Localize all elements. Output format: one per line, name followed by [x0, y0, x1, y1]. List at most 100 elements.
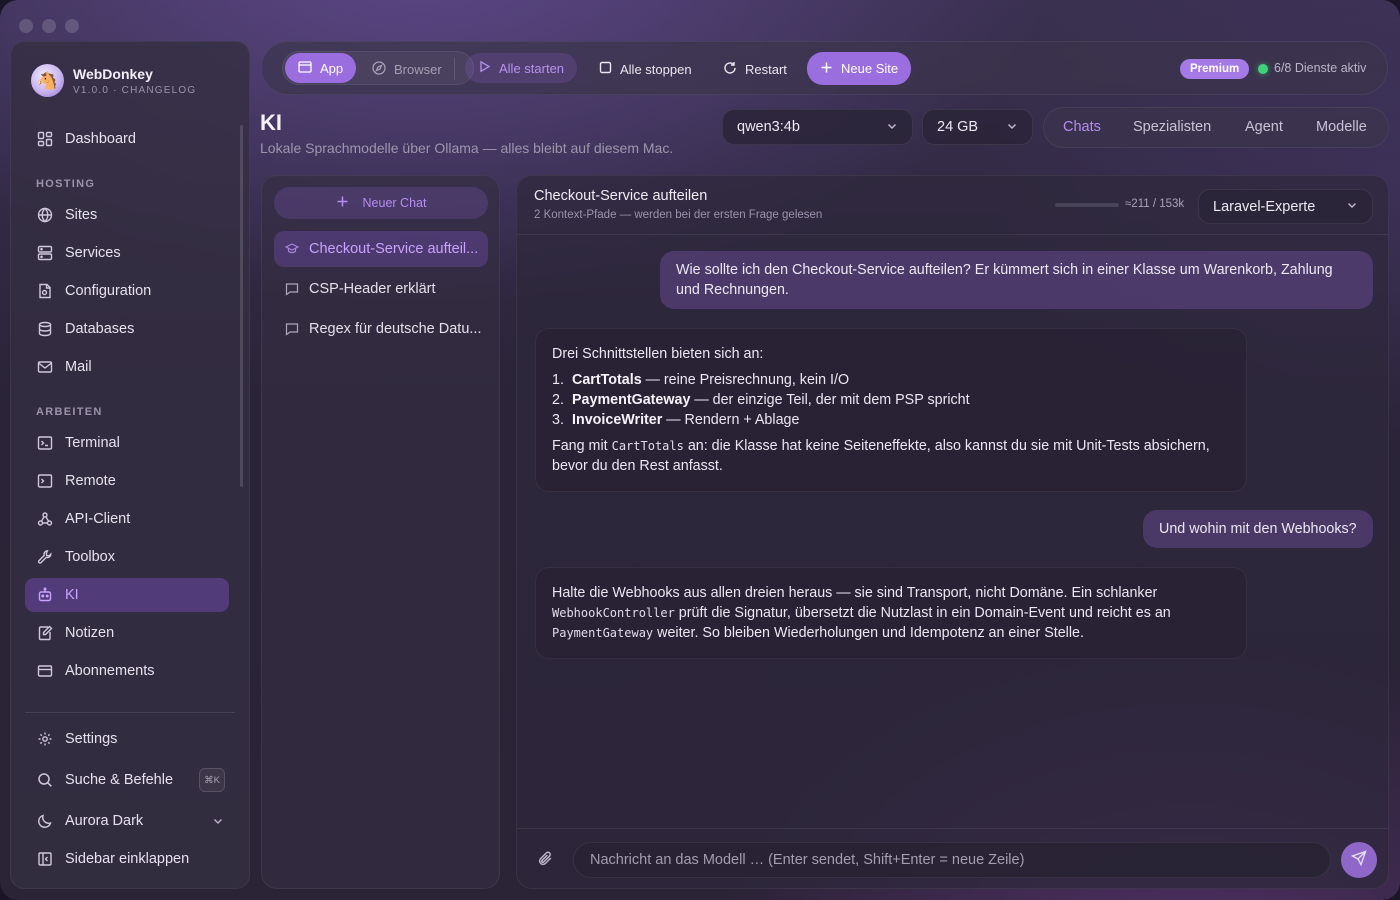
interface-name: CartTotals [572, 372, 642, 388]
chat-list-item[interactable]: CSP-Header erklärt [274, 271, 488, 307]
browser-mode-button[interactable]: Browser [360, 53, 454, 85]
new-site-button[interactable]: Neue Site [807, 52, 912, 85]
card-icon [36, 663, 53, 680]
search-label: Suche & Befehle [65, 772, 174, 788]
toolbar: App Browser Alle starten Alle stoppen Re… [261, 41, 1388, 95]
close-window-button[interactable] [19, 19, 33, 33]
chat-list-panel: Neuer Chat Checkout-Service aufteil... C… [261, 175, 500, 889]
memory-select[interactable]: 24 GB [922, 109, 1033, 145]
restart-button[interactable]: Restart [711, 53, 799, 85]
sidebar-item-notizen[interactable]: Notizen [25, 616, 229, 650]
conversation-header-divider [517, 234, 1388, 235]
zoom-window-button[interactable] [65, 19, 79, 33]
remote-terminal-icon [36, 473, 53, 490]
text-fragment: Fang mit [552, 438, 612, 454]
app-name: WebDonkey [73, 65, 153, 82]
message-text: Drei Schnittstellen bieten sich an: [552, 346, 764, 362]
collapse-label: Sidebar einklappen [65, 851, 190, 867]
sidebar-item-terminal[interactable]: Terminal [25, 426, 229, 460]
context-usage-bar [1055, 203, 1119, 207]
sidebar-item-theme[interactable]: Aurora Dark [25, 804, 229, 838]
tab-agent[interactable]: Agent [1245, 119, 1283, 135]
stop-all-label: Alle stoppen [620, 61, 692, 77]
list-number: 1. [552, 372, 564, 388]
donkey-logo-icon: 🐴 [31, 64, 64, 97]
interface-description: — reine Preisrechnung, kein I/O [641, 372, 850, 388]
premium-badge[interactable]: Premium [1180, 59, 1250, 79]
bot-icon [36, 587, 53, 604]
conversation-title: Checkout-Service aufteilen [534, 188, 708, 204]
chat-list-item[interactable]: Regex für deutsche Datu... [274, 311, 488, 347]
chat-list-item[interactable]: Checkout-Service aufteil... [274, 231, 488, 267]
sidebar-item-dashboard[interactable]: Dashboard [25, 122, 229, 156]
changelog-link[interactable]: CHANGELOG [122, 85, 197, 96]
services-status[interactable]: 6/8 Dienste aktiv [1274, 61, 1366, 75]
brand[interactable]: 🐴 WebDonkey V1.0.0 · CHANGELOG [31, 64, 196, 97]
sidebar-item-sites[interactable]: Sites [25, 198, 229, 232]
sidebar-item-settings[interactable]: Settings [25, 722, 229, 756]
sidebar-item-collapse[interactable]: Sidebar einklappen [25, 842, 229, 876]
new-site-label: Neue Site [841, 61, 899, 76]
new-chat-button[interactable]: Neuer Chat [274, 187, 488, 219]
sidebar-item-toolbox[interactable]: Toolbox [25, 540, 229, 574]
sidebar-item-label: Sites [65, 207, 98, 223]
page-title: KI [260, 110, 282, 135]
sidebar-item-remote[interactable]: Remote [25, 464, 229, 498]
paperclip-icon[interactable] [537, 850, 554, 872]
sidebar-item-ki[interactable]: KI [25, 578, 229, 612]
theme-label: Aurora Dark [65, 813, 144, 829]
sidebar-item-abonnements[interactable]: Abonnements [25, 654, 229, 688]
message-input[interactable] [573, 842, 1331, 878]
assistant-message: Halte die Webhooks aus allen dreien hera… [535, 567, 1247, 659]
chat-title: CSP-Header erklärt [309, 281, 436, 297]
tab-spezialisten[interactable]: Spezialisten [1133, 119, 1211, 135]
inline-code: CartTotals [611, 439, 684, 453]
list-item: 1. CartTotals — reine Preisrechnung, kein… [552, 370, 1230, 390]
context-usage-text: ≈211 / 153k [1125, 198, 1185, 210]
sidebar-item-label: Toolbox [65, 549, 115, 565]
settings-label: Settings [65, 731, 118, 747]
chevron-down-icon[interactable] [212, 815, 224, 830]
dashboard-icon [36, 131, 53, 148]
sidebar: 🐴 WebDonkey V1.0.0 · CHANGELOG Dashboard H… [10, 41, 250, 889]
sidebar-item-mail[interactable]: Mail [25, 350, 229, 384]
start-all-label: Alle starten [499, 60, 565, 76]
globe-icon [36, 207, 53, 224]
minimize-window-button[interactable] [42, 19, 56, 33]
moon-icon [36, 813, 53, 830]
gear-icon [36, 731, 53, 748]
model-select[interactable]: qwen3:4b [722, 109, 913, 145]
browser-mode-label: Browser [394, 61, 442, 77]
sidebar-item-databases[interactable]: Databases [25, 312, 229, 346]
section-title-arbeiten: ARBEITEN [36, 406, 103, 418]
message-text: Fang mit CartTotals an: die Klasse hat k… [552, 436, 1230, 476]
tab-chats[interactable]: Chats [1063, 119, 1101, 135]
interface-description: — Rendern + Ablage [662, 412, 800, 428]
sidebar-collapse-icon [36, 851, 53, 868]
database-icon [36, 321, 53, 338]
specialist-select[interactable]: Laravel-Experte [1198, 189, 1373, 224]
sidebar-item-label: Configuration [65, 283, 152, 299]
send-button[interactable] [1341, 842, 1377, 878]
sidebar-item-services[interactable]: Services [25, 236, 229, 270]
play-icon [478, 60, 491, 76]
sidebar-item-label: Dashboard [65, 131, 136, 147]
chevron-down-icon [1346, 199, 1358, 214]
app-window: 🐴 WebDonkey V1.0.0 · CHANGELOG Dashboard H… [0, 0, 1400, 900]
graduation-cap-icon [285, 242, 299, 256]
stop-all-button[interactable]: Alle stoppen [587, 53, 704, 85]
text-fragment: weiter. So bleiben Wiederholungen und Id… [653, 625, 1084, 641]
tab-modelle[interactable]: Modelle [1316, 119, 1367, 135]
start-all-button[interactable]: Alle starten [465, 53, 578, 83]
search-icon [36, 772, 53, 789]
notes-icon [36, 625, 53, 642]
app-mode-button[interactable]: App [285, 53, 357, 83]
sidebar-item-api-client[interactable]: API-Client [25, 502, 229, 536]
interface-description: — der einzige Teil, der mit dem PSP spri… [690, 392, 970, 408]
sidebar-item-configuration[interactable]: Configuration [25, 274, 229, 308]
server-icon [36, 245, 53, 262]
chevron-down-icon [1006, 120, 1018, 135]
sidebar-item-label: Mail [65, 359, 92, 375]
sidebar-scrollbar[interactable] [240, 125, 243, 487]
sidebar-divider [25, 712, 235, 713]
